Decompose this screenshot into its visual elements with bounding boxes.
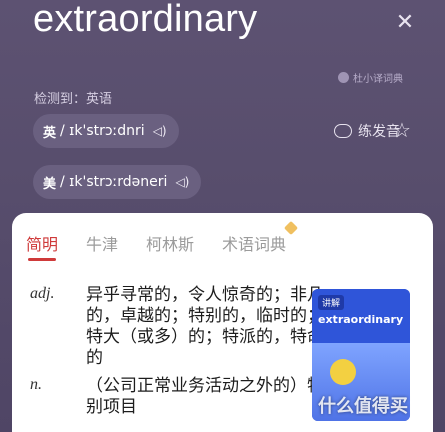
source-badge: 杜小译词典 xyxy=(338,70,403,85)
definition-text: 异乎寻常的，令人惊奇的；非凡的，卓越的；特别的，临时的；特大（或多）的；特派的，… xyxy=(86,285,324,368)
vip-diamond-icon xyxy=(283,220,299,236)
pronunciation-us[interactable]: 美 / ɪk'strɔːrdəneri ◁) xyxy=(33,165,202,199)
tab-collins[interactable]: 柯林斯 xyxy=(146,231,194,255)
speaker-icon[interactable]: ◁) xyxy=(153,124,167,138)
watermark: 什么值得买 xyxy=(318,396,408,417)
headword: extraordinary xyxy=(33,0,258,40)
source-logo-icon xyxy=(338,72,349,83)
tab-oxford[interactable]: 牛津 xyxy=(86,231,118,255)
close-icon[interactable]: ✕ xyxy=(392,10,418,36)
source-label: 杜小译词典 xyxy=(353,74,403,85)
pronunciation-uk-label: 英 xyxy=(43,125,57,141)
definition-row: n. （公司正常业务活动之外的）特别项目 xyxy=(30,376,331,418)
tab-concise[interactable]: 简明 xyxy=(26,231,58,261)
part-of-speech: n. xyxy=(30,376,42,393)
definition-text: （公司正常业务活动之外的）特别项目 xyxy=(86,376,324,417)
definition-row: adj. 异乎寻常的，令人惊奇的；非凡的，卓越的；特别的，临时的；特大（或多）的… xyxy=(30,285,331,369)
cartoon-figure-icon xyxy=(330,359,356,385)
practice-pronunciation-button[interactable]: 练发音 xyxy=(334,121,400,141)
pronunciation-us-ipa: / ɪk'strɔːrdəneri xyxy=(60,174,168,190)
detected-language: 检测到：英语 xyxy=(34,92,113,107)
thumbnail-tag: 讲解 xyxy=(318,295,345,310)
pronunciation-us-label: 美 xyxy=(43,176,57,192)
microphone-icon xyxy=(334,124,352,138)
speaker-icon[interactable]: ◁) xyxy=(175,175,189,189)
tab-terminology-label: 术语词典 xyxy=(222,235,287,254)
thumbnail-word: extraordinary xyxy=(318,313,404,326)
pronunciation-uk[interactable]: 英 / ɪk'strɔːdnri ◁) xyxy=(33,114,179,148)
tab-terminology[interactable]: 术语词典 xyxy=(222,220,299,255)
pronunciation-uk-ipa: / ɪk'strɔːdnri xyxy=(60,123,145,139)
star-icon[interactable]: ☆ xyxy=(393,118,411,142)
part-of-speech: adj. xyxy=(30,285,55,302)
dictionary-tabs: 简明 牛津 柯林斯 术语词典 xyxy=(26,220,314,261)
